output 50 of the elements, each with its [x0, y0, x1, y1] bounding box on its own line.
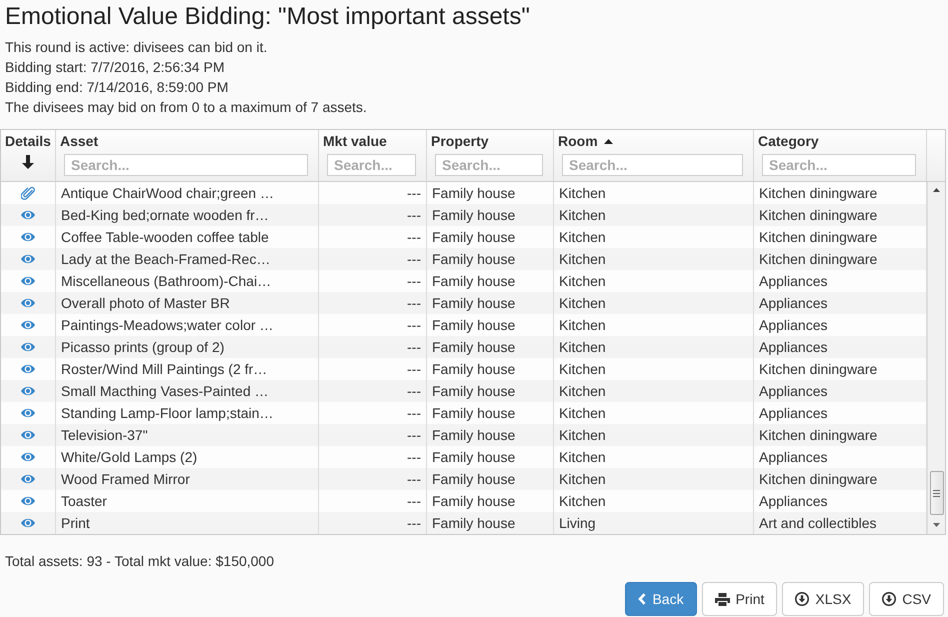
- printer-icon: [714, 592, 730, 606]
- scrollbar-thumb[interactable]: [930, 471, 944, 515]
- column-title[interactable]: Category: [758, 132, 819, 150]
- eye-icon[interactable]: [21, 232, 35, 242]
- eye-icon[interactable]: [21, 408, 35, 418]
- eye-icon[interactable]: [21, 364, 35, 374]
- download-button[interactable]: CSV: [869, 582, 944, 616]
- table-cell: ---: [319, 512, 427, 534]
- arrow-down-icon: [22, 155, 34, 169]
- info-text: Bidding start: 7/7/2016, 2:56:34 PM: [5, 58, 226, 77]
- table-cell: Print: [56, 512, 319, 534]
- eye-icon[interactable]: [21, 386, 35, 396]
- search-field[interactable]: Search...: [64, 154, 308, 176]
- download-icon: [882, 592, 896, 606]
- eye-icon[interactable]: [21, 254, 35, 264]
- search-field[interactable]: Search...: [762, 154, 916, 176]
- eye-icon[interactable]: [21, 430, 35, 440]
- column-title[interactable]: Room: [558, 132, 598, 150]
- info-text: The divisees may bid on from 0 to a maximum of 7 assets.: [5, 98, 368, 117]
- search-field[interactable]: Search...: [435, 154, 543, 176]
- eye-icon[interactable]: [21, 210, 35, 220]
- eye-icon[interactable]: [21, 452, 35, 462]
- info-text: This round is active: divisees can bid on it.: [5, 38, 268, 57]
- eye-icon[interactable]: [21, 496, 35, 506]
- download-button[interactable]: XLSX: [782, 582, 864, 616]
- eye-icon[interactable]: [21, 474, 35, 484]
- scroll-up-icon[interactable]: [933, 188, 940, 192]
- totals-text: Total assets: 93 - Total mkt value: $150,000: [5, 552, 276, 571]
- scrollbar-track[interactable]: [927, 182, 945, 534]
- paperclip-icon[interactable]: [21, 186, 35, 200]
- print-button[interactable]: Print: [702, 582, 778, 616]
- eye-icon[interactable]: [21, 298, 35, 308]
- column-title[interactable]: Details: [5, 132, 51, 150]
- search-field[interactable]: Search...: [562, 154, 743, 176]
- table-cell: Living: [554, 512, 754, 534]
- eye-icon[interactable]: [21, 518, 35, 528]
- eye-icon[interactable]: [21, 342, 35, 352]
- eye-icon[interactable]: [21, 276, 35, 286]
- eye-icon[interactable]: [21, 320, 35, 330]
- column-title[interactable]: Asset: [60, 132, 98, 150]
- back-button[interactable]: Back: [625, 582, 697, 616]
- search-field[interactable]: Search...: [327, 154, 416, 176]
- info-text: Bidding end: 7/14/2016, 8:59:00 PM: [5, 78, 230, 97]
- column-title[interactable]: Property: [431, 132, 489, 150]
- scroll-down-icon[interactable]: [933, 523, 940, 527]
- page-title: Emotional Value Bidding: "Most important assets": [5, 2, 531, 32]
- chevron-left-icon: [638, 593, 646, 605]
- download-icon: [795, 592, 810, 606]
- column-title[interactable]: Mkt value: [323, 132, 387, 150]
- table-cell: Family house: [427, 512, 554, 534]
